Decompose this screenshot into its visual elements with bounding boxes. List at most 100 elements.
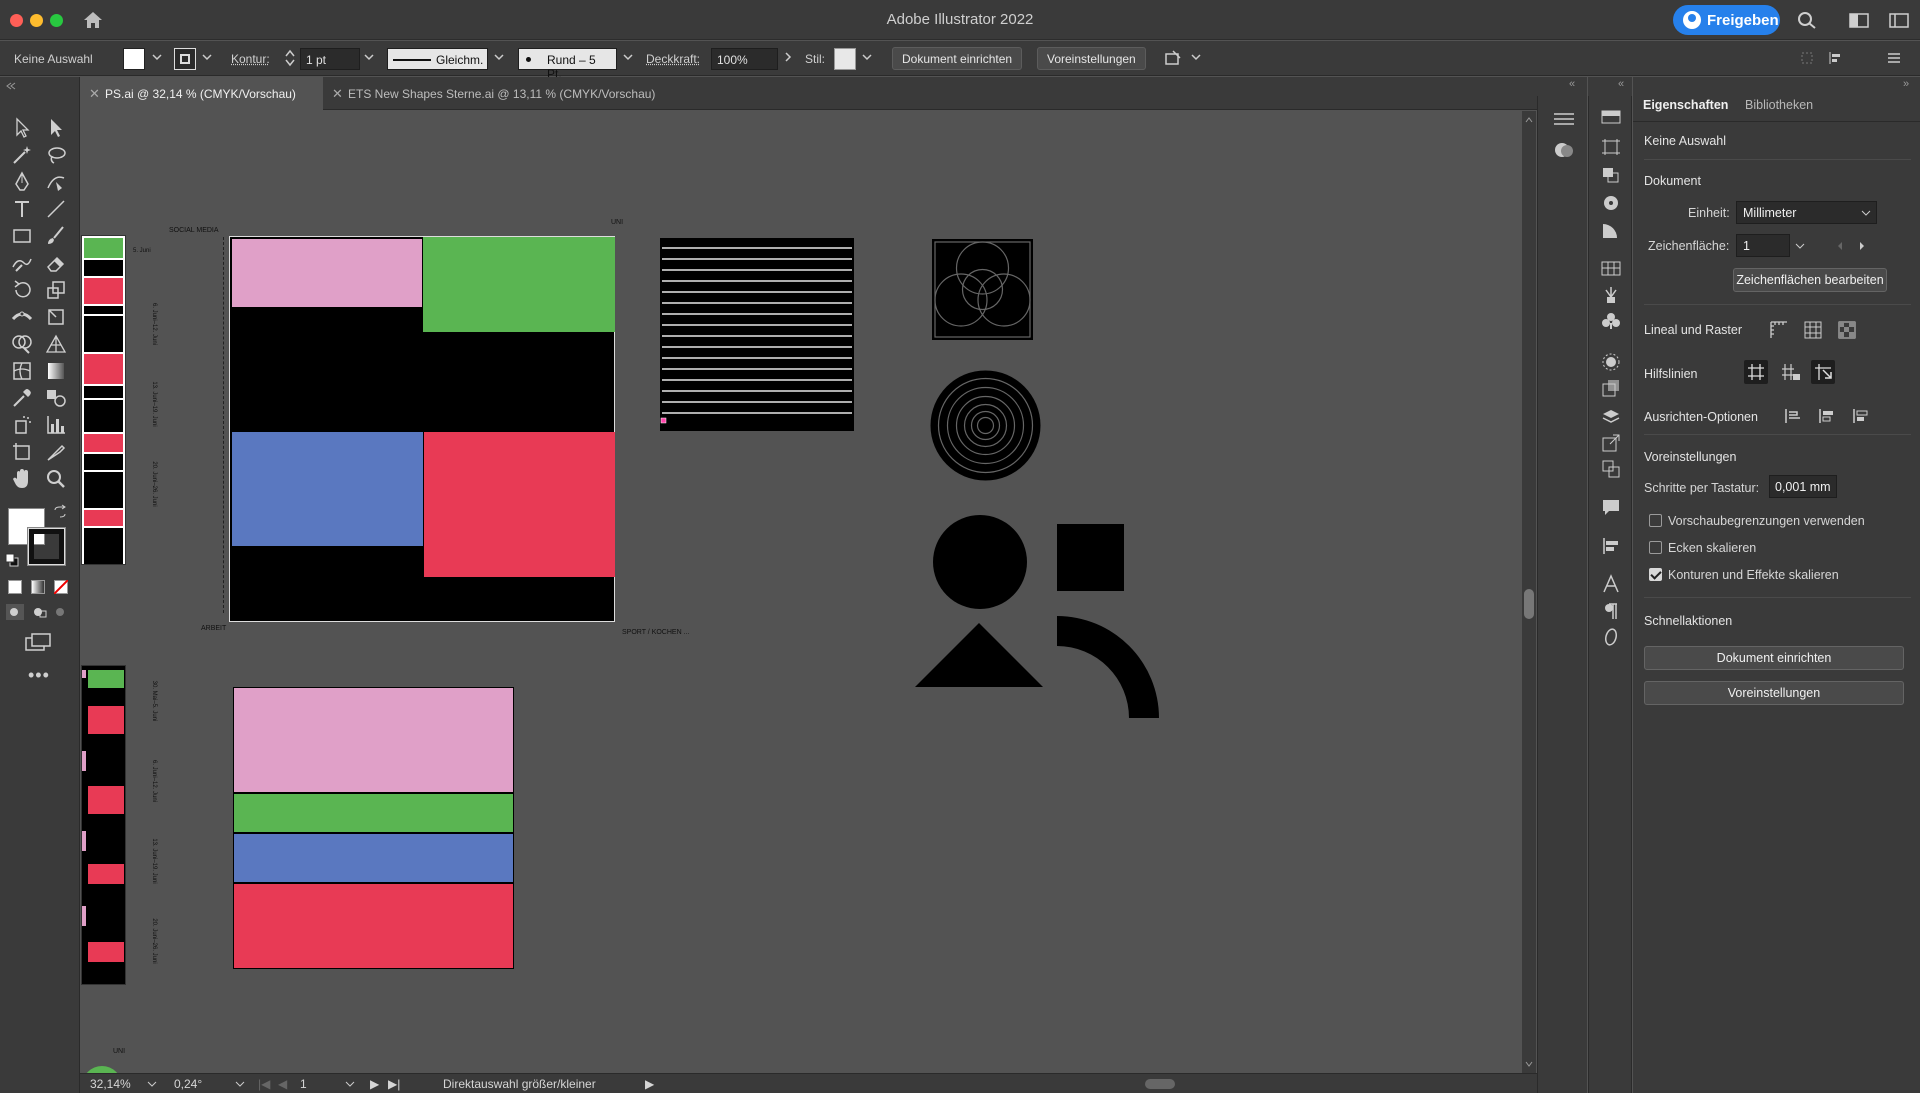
draw-normal-icon[interactable]: [6, 604, 24, 620]
paragraph-icon[interactable]: [1601, 601, 1621, 621]
lock-guides-icon[interactable]: [1779, 361, 1801, 383]
gradient-tool-icon[interactable]: [44, 359, 68, 383]
align-to-key-object-icon[interactable]: [1817, 407, 1837, 425]
black-square-shape[interactable]: [1057, 524, 1124, 591]
ruler-icon[interactable]: [1769, 320, 1789, 340]
rotate-tool-icon[interactable]: [10, 278, 34, 302]
artboard-strip-bottom[interactable]: [81, 665, 126, 985]
scale-tool-icon[interactable]: [44, 278, 68, 302]
character-icon[interactable]: [1601, 574, 1621, 594]
gradient-mode-button[interactable]: [31, 580, 45, 594]
preview-bounds-checkbox[interactable]: [1649, 514, 1662, 527]
color-panel-icon[interactable]: [1601, 194, 1621, 212]
quadrant-artboard[interactable]: [229, 236, 615, 622]
tab-ets-new-shapes[interactable]: ✕ ETS New Shapes Sterne.ai @ 13,11 % (CMY…: [323, 77, 763, 110]
horizontal-scroll-thumb[interactable]: [1145, 1079, 1175, 1089]
hand-tool-icon[interactable]: [10, 467, 34, 491]
align-to-selection-icon[interactable]: [1783, 407, 1803, 425]
show-guides-button[interactable]: [1744, 360, 1768, 384]
artboard-strip-top[interactable]: [81, 235, 126, 565]
lines-artboard[interactable]: [660, 238, 854, 431]
line-tool-icon[interactable]: [44, 197, 68, 221]
artboard-tool-icon[interactable]: [10, 440, 34, 464]
width-tool-icon[interactable]: [10, 305, 34, 329]
chevron-down-icon[interactable]: [235, 1079, 245, 1089]
maximize-window-button[interactable]: [50, 14, 63, 27]
color-mode-button[interactable]: [8, 580, 22, 594]
color-guide-icon[interactable]: [1601, 222, 1621, 240]
zoom-level[interactable]: 32,14%: [90, 1077, 131, 1091]
symbols-icon[interactable]: [1601, 311, 1621, 331]
artboard-input[interactable]: 1: [1736, 234, 1790, 257]
keyboard-increment-input[interactable]: 0,001 mm: [1769, 475, 1837, 498]
brush-select[interactable]: Rund – 5 Pt.: [518, 48, 617, 81]
stroke-label[interactable]: Kontur:: [231, 52, 270, 66]
symbol-sprayer-tool-icon[interactable]: [10, 413, 34, 437]
tab-libraries[interactable]: Bibliotheken: [1745, 98, 1813, 112]
home-icon[interactable]: [82, 10, 104, 30]
artboards-panel-icon[interactable]: [1601, 138, 1621, 156]
minimize-window-button[interactable]: [30, 14, 43, 27]
next-artboard-icon[interactable]: ▶: [370, 1077, 379, 1091]
collapse-icon[interactable]: [4, 79, 18, 93]
chevron-right-icon[interactable]: [781, 50, 795, 64]
direct-selection-tool-icon[interactable]: [44, 116, 68, 140]
draw-behind-icon[interactable]: [30, 604, 48, 620]
align-to-artboard-icon[interactable]: [1851, 407, 1871, 425]
blend-tool-icon[interactable]: [44, 386, 68, 410]
circles-pattern-square[interactable]: [931, 238, 1034, 341]
transform-icon[interactable]: [1800, 51, 1814, 65]
artboard-links-icon[interactable]: [1601, 459, 1621, 479]
share-button[interactable]: Freigeben: [1673, 5, 1780, 35]
gradient-panel-icon[interactable]: [1601, 108, 1621, 126]
document-setup-button[interactable]: Dokument einrichten: [892, 47, 1023, 70]
workspace-switcher-icon[interactable]: [1849, 11, 1869, 29]
close-tab-icon[interactable]: ✕: [89, 86, 100, 102]
slice-tool-icon[interactable]: [44, 440, 68, 464]
chevron-down-icon[interactable]: [621, 50, 635, 64]
scale-strokes-checkbox[interactable]: [1649, 568, 1662, 581]
pen-tool-icon[interactable]: [10, 170, 34, 194]
chevron-down-icon[interactable]: [200, 50, 214, 64]
chevron-down-icon[interactable]: [492, 50, 506, 64]
concentric-circles[interactable]: [930, 370, 1041, 481]
brushes-icon[interactable]: [1601, 285, 1621, 305]
edit-artboards-button[interactable]: Zeichenflächen bearbeiten: [1733, 268, 1887, 292]
magic-wand-tool-icon[interactable]: [10, 143, 34, 167]
curvature-tool-icon[interactable]: [44, 170, 68, 194]
eyedropper-tool-icon[interactable]: [10, 386, 34, 410]
opacity-input[interactable]: 100%: [711, 48, 778, 70]
quick-doc-setup-button[interactable]: Dokument einrichten: [1644, 646, 1904, 670]
search-icon[interactable]: [1797, 11, 1817, 29]
next-artboard-icon[interactable]: [1857, 241, 1867, 251]
first-artboard-icon[interactable]: |◀: [258, 1077, 270, 1091]
more-tools-icon[interactable]: •••: [28, 665, 50, 686]
stroke-swatch[interactable]: [174, 48, 196, 70]
vertical-scrollbar[interactable]: [1522, 111, 1536, 1073]
transparency-icon[interactable]: [1601, 378, 1621, 398]
close-tab-icon[interactable]: ✕: [332, 86, 343, 102]
black-circle-shape[interactable]: [933, 515, 1027, 609]
align-icon[interactable]: [1828, 51, 1842, 65]
swap-colors-icon[interactable]: [52, 504, 68, 520]
stroke-weight-input[interactable]: 1 pt: [300, 48, 360, 70]
scroll-down-icon[interactable]: [1525, 1060, 1533, 1068]
unit-select[interactable]: Millimeter: [1736, 201, 1877, 224]
stroke-panel-icon[interactable]: [1601, 352, 1621, 372]
chevron-down-icon[interactable]: [1795, 241, 1805, 251]
chevron-down-icon[interactable]: [147, 1079, 157, 1089]
chevron-down-icon[interactable]: [1189, 50, 1203, 64]
collapse-panel-icon[interactable]: »: [1903, 78, 1909, 90]
hamburger-icon[interactable]: [1553, 110, 1575, 128]
opentype-icon[interactable]: [1601, 627, 1621, 647]
rectangle-tool-icon[interactable]: [10, 224, 34, 248]
rotation-value[interactable]: 0,24°: [174, 1077, 202, 1091]
free-transform-tool-icon[interactable]: [44, 305, 68, 329]
black-quarter-arc-shape[interactable]: [1057, 616, 1159, 718]
black-triangle-shape[interactable]: [915, 623, 1043, 687]
lasso-tool-icon[interactable]: [44, 143, 68, 167]
quick-preferences-button[interactable]: Voreinstellungen: [1644, 681, 1904, 705]
opacity-label[interactable]: Deckkraft:: [646, 52, 700, 66]
transparency-grid-icon[interactable]: [1837, 320, 1857, 340]
arrange-documents-icon[interactable]: [1164, 49, 1182, 67]
